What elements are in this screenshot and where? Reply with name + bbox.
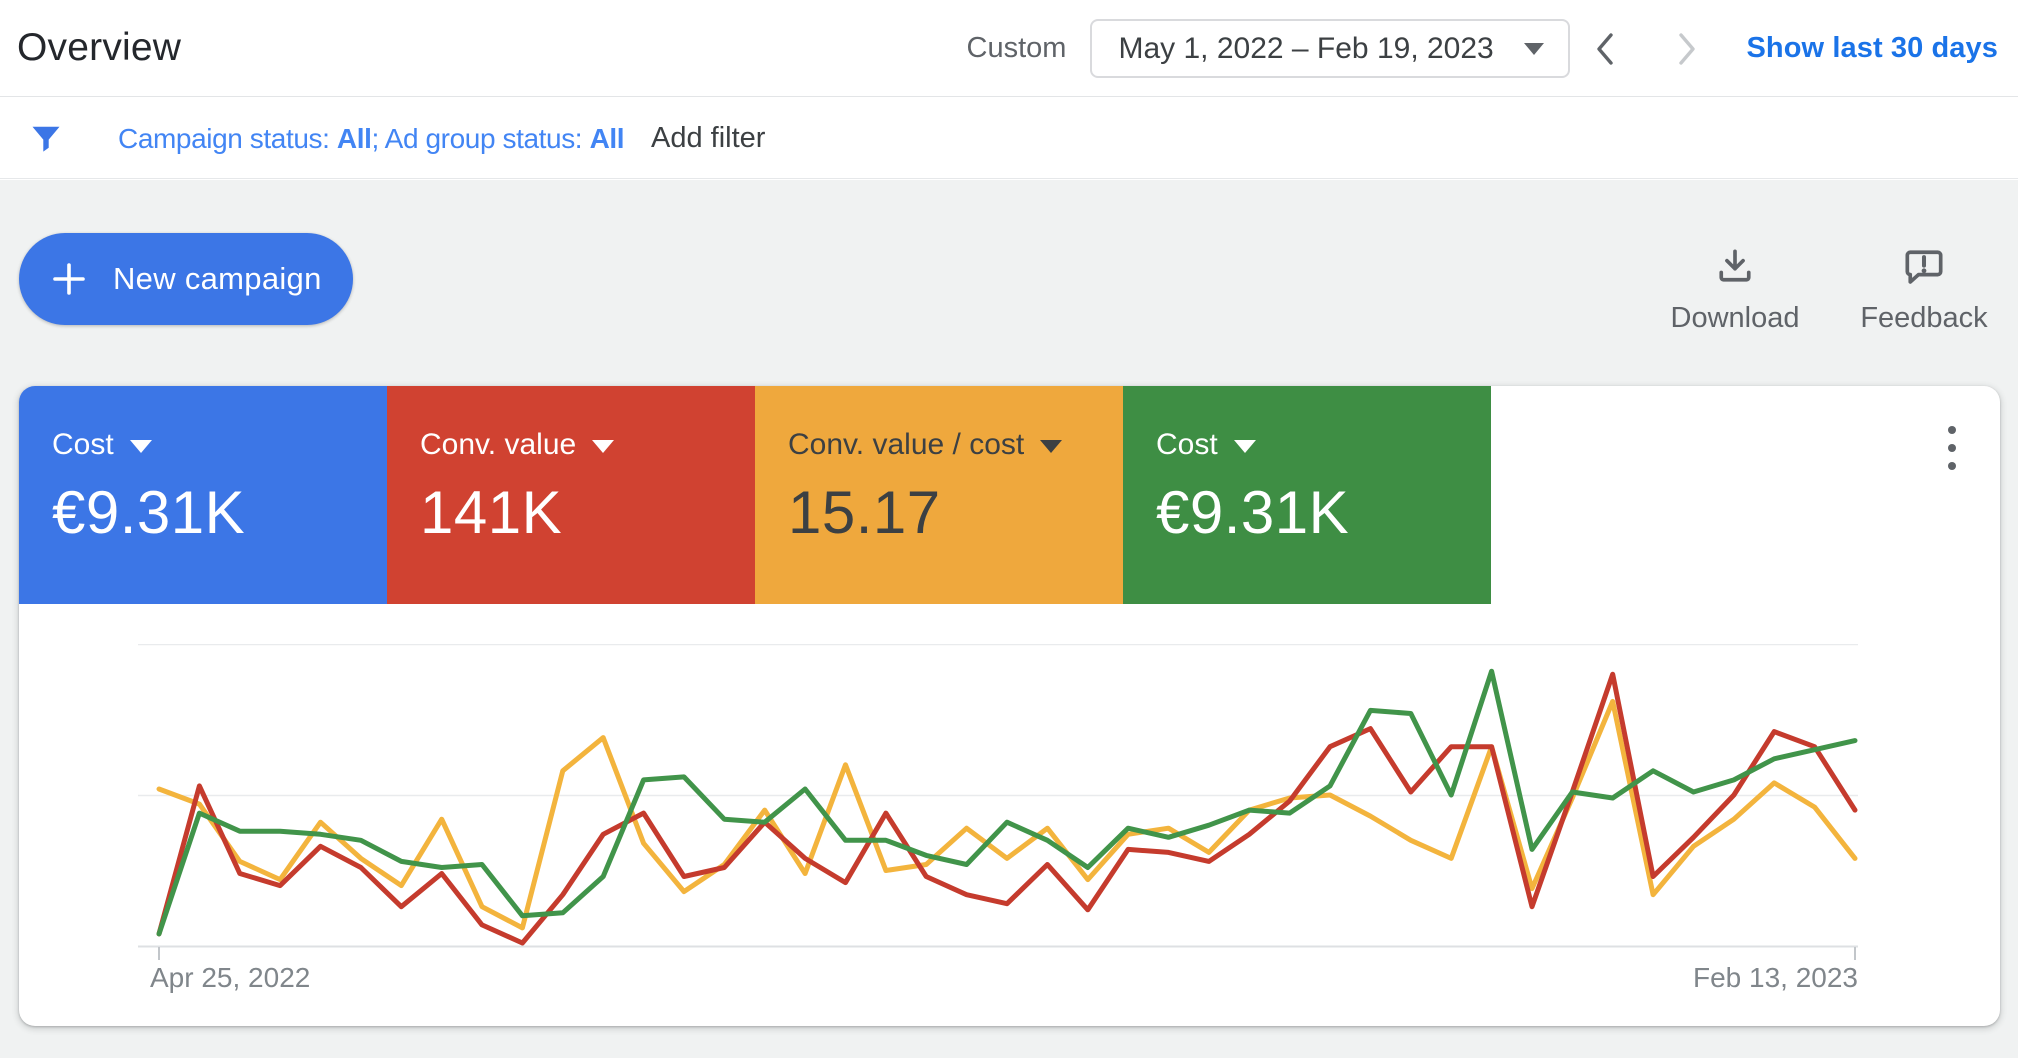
scorecard-label: Cost [1156,428,1218,461]
caret-down-icon [1233,440,1256,453]
caret-down-icon [129,440,152,453]
scorecard-value: €9.31K [1156,479,1350,546]
scorecard-conv-value[interactable]: Conv. value 141K [387,386,755,604]
download-icon [1719,249,1751,282]
chart-line-conv-value [156,671,1858,946]
chevron-right-icon [1679,32,1696,65]
show-last-30-days-link[interactable]: Show last 30 days [1746,32,1998,65]
scorecard-tiles: Cost €9.31K Conv. value 141K Conv. value… [19,386,1491,604]
feedback-icon [1905,250,1943,284]
chevron-left-icon [1597,32,1614,65]
filter-icon [32,126,60,152]
filter-bar: Campaign status: All; Ad group status: A… [0,98,2018,179]
feedback-button[interactable]: Feedback [1844,244,2004,335]
google-ads-overview-page: Overview Custom May 1, 2022 – Feb 19, 20… [0,0,2018,1058]
scorecard-conv-value-cost[interactable]: Conv. value / cost 15.17 [755,386,1123,604]
card-options-button[interactable] [1932,418,1972,478]
plus-icon [53,263,85,295]
caret-down-icon [1040,440,1063,453]
filter-summary-mid: ; Ad group status: [371,123,590,154]
add-filter-button[interactable]: Add filter [651,122,765,155]
x-axis-end-label: Feb 13, 2023 [1692,962,1858,993]
scorecard-value: 15.17 [788,479,941,546]
overview-chart[interactable] [138,643,1858,974]
scorecard-value: 141K [420,479,563,546]
feedback-label: Feedback [1860,302,1988,334]
filter-summary[interactable]: Campaign status: All; Ad group status: A… [118,123,625,155]
next-period-button[interactable] [1672,0,1700,97]
filter-summary-prefix: Campaign status: [118,123,337,154]
date-controls: Custom May 1, 2022 – Feb 19, 2023 Show l… [967,0,1998,97]
overview-chart-card: Cost €9.31K Conv. value 141K Conv. value… [19,386,2000,1026]
new-campaign-label: New campaign [113,261,322,296]
scorecard-value: €9.31K [52,479,246,546]
caret-down-icon [1524,42,1545,55]
scorecard-cost-1[interactable]: Cost €9.31K [19,386,387,604]
new-campaign-button[interactable]: New campaign [19,233,353,325]
previous-period-button[interactable] [1592,0,1620,97]
dots-menu-icon [1948,426,1956,434]
scorecard-cost-2[interactable]: Cost €9.31K [1123,386,1491,604]
scorecard-label: Conv. value [420,428,577,461]
scorecard-label: Conv. value / cost [788,428,1025,461]
date-range-picker[interactable]: May 1, 2022 – Feb 19, 2023 [1090,19,1571,78]
campaign-status-value: All [336,123,372,154]
ad-group-status-value: All [589,123,625,154]
date-mode-label: Custom [966,32,1067,64]
page-title: Overview [17,26,182,69]
scorecard-label: Cost [52,428,114,461]
x-axis-start-label: Apr 25, 2022 [150,962,311,993]
download-button[interactable]: Download [1655,244,1815,335]
caret-down-icon [592,440,615,453]
date-range-value: May 1, 2022 – Feb 19, 2023 [1118,31,1494,65]
page-header: Overview Custom May 1, 2022 – Feb 19, 20… [0,0,2018,97]
download-label: Download [1670,302,1800,334]
